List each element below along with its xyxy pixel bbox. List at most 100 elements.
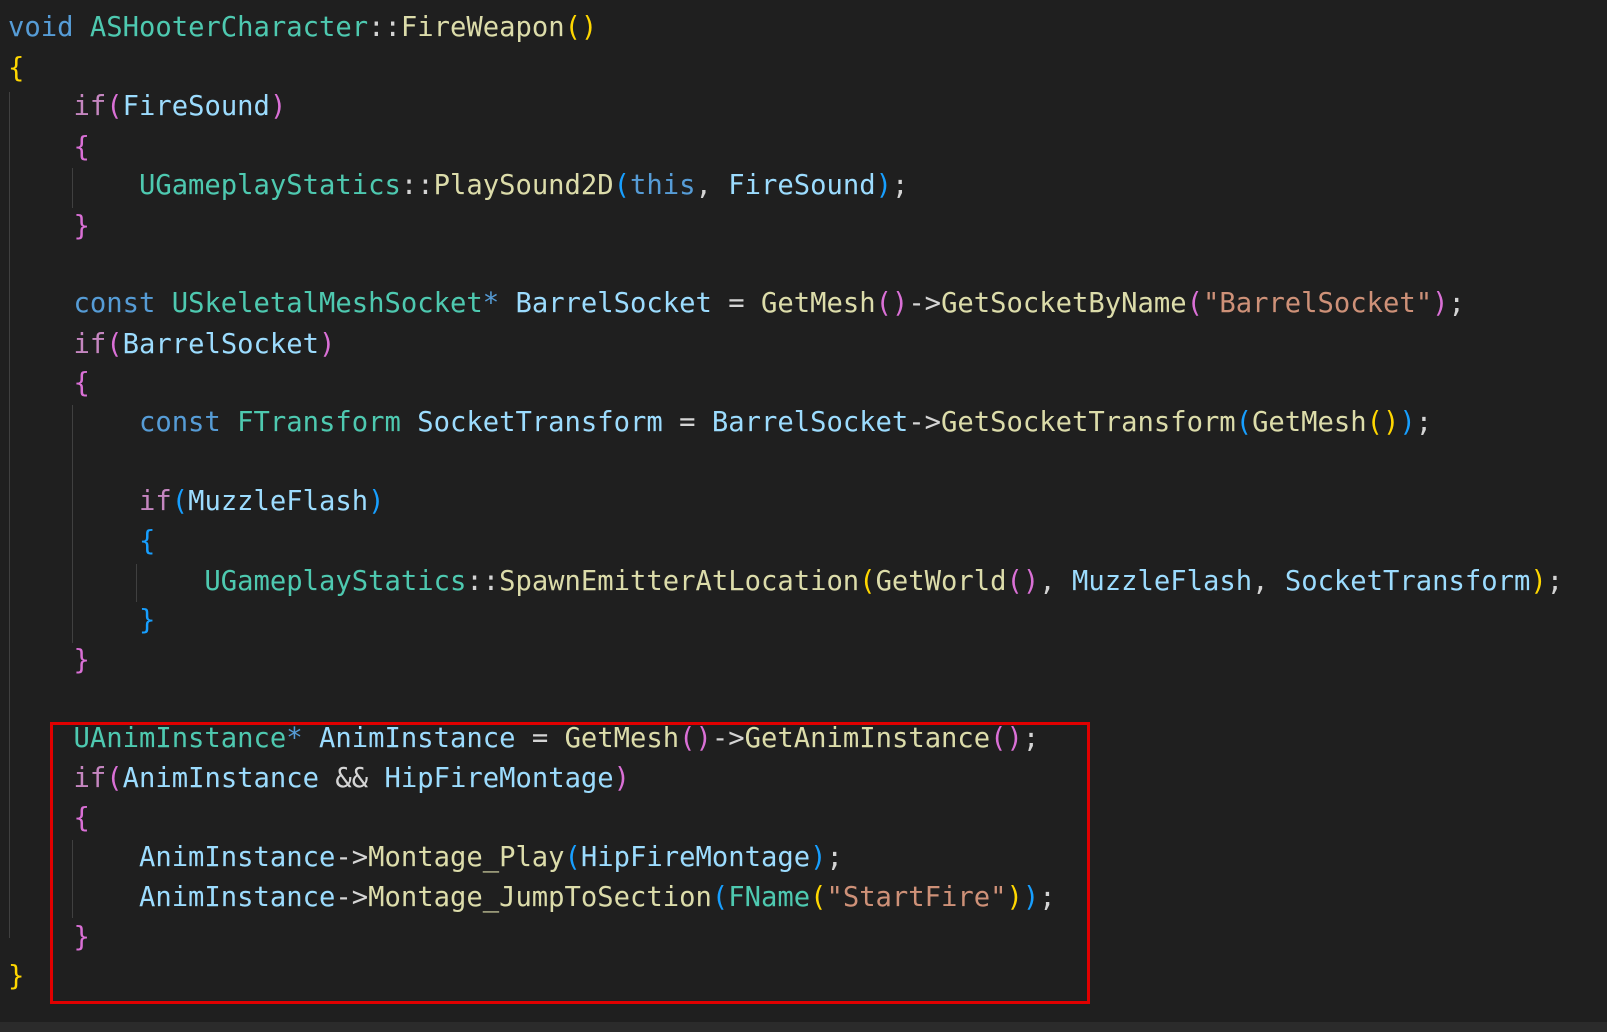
code-line[interactable]: { [8, 128, 90, 168]
code-token: { [8, 53, 25, 84]
code-token: PlaySound2D [433, 170, 614, 201]
code-token: FireSound [122, 91, 270, 122]
code-token: () [564, 12, 598, 43]
code-token: SocketTransform [417, 407, 663, 438]
code-line[interactable]: } [8, 207, 90, 247]
code-token: () [1366, 407, 1400, 438]
code-token: { [73, 132, 90, 163]
code-token: ASHooterCharacter [89, 12, 369, 43]
code-token: if [138, 486, 172, 517]
code-token: ; [1448, 288, 1465, 319]
code-token: FTransform [237, 407, 401, 438]
code-token: SpawnEmitterAtLocation [499, 566, 860, 597]
code-token: MuzzleFlash [1072, 566, 1253, 597]
code-token: GetSocketTransform [941, 407, 1236, 438]
code-line[interactable]: { [8, 364, 89, 404]
code-token: ) [1432, 288, 1449, 319]
code-token: { [138, 526, 156, 557]
code-token: BarrelSocket [515, 288, 712, 319]
code-token: -> [908, 407, 942, 438]
code-token: ( [859, 566, 876, 597]
code-line[interactable]: { [8, 522, 155, 562]
code-token: :: [466, 566, 500, 597]
code-line[interactable]: const USkeletalMeshSocket* BarrelSocket … [8, 284, 1465, 324]
code-token: ) [1530, 566, 1547, 597]
code-token: ; [891, 170, 909, 201]
code-token: ; [1415, 407, 1433, 438]
code-token: ( [106, 91, 123, 122]
code-token: SocketTransform [1284, 566, 1531, 597]
code-token: "BarrelSocket" [1202, 288, 1433, 319]
code-token: MuzzleFlash [188, 486, 369, 517]
code-token: USkeletalMeshSocket [171, 288, 483, 319]
code-token: ) [368, 486, 385, 517]
code-token: , [1252, 566, 1285, 597]
code-token: () [875, 288, 909, 319]
code-line[interactable]: } [8, 641, 90, 681]
code-token: ) [269, 91, 287, 122]
code-token: ( [106, 329, 123, 360]
code-token: void [8, 12, 74, 43]
code-token: ( [1186, 288, 1203, 319]
code-token: if [73, 329, 107, 360]
code-line[interactable]: } [8, 957, 24, 997]
code-token: , [1039, 566, 1073, 597]
code-token: this [630, 170, 696, 201]
code-line[interactable]: if(FireSound) [8, 87, 286, 127]
code-token: ) [875, 170, 892, 201]
code-token: } [138, 605, 156, 636]
bottom-scroll-strip[interactable] [0, 1022, 1607, 1032]
code-token: = [711, 288, 761, 319]
code-token: } [8, 961, 25, 992]
code-token: ; [1546, 566, 1564, 597]
code-token: ( [613, 170, 631, 201]
code-line[interactable]: UGameplayStatics::SpawnEmitterAtLocation… [8, 562, 1563, 602]
code-token: UGameplayStatics [204, 566, 467, 597]
code-line[interactable]: if(MuzzleFlash) [8, 482, 385, 522]
code-token: FireSound [728, 170, 876, 201]
code-token: BarrelSocket [711, 407, 909, 438]
code-token: = [662, 407, 712, 438]
code-token: :: [400, 170, 434, 201]
highlight-box [50, 722, 1090, 1004]
code-line[interactable]: { [8, 49, 24, 89]
code-token: UGameplayStatics [138, 170, 401, 201]
code-token: * [482, 288, 516, 319]
code-token: , [695, 170, 729, 201]
code-token: } [73, 211, 90, 242]
code-token: FireWeapon [400, 12, 565, 43]
code-token: GetWorld [875, 566, 1007, 597]
code-line[interactable]: void ASHooterCharacter::FireWeapon() [8, 8, 597, 48]
code-token: () [1006, 566, 1040, 597]
code-line[interactable]: } [8, 601, 155, 641]
code-editor[interactable]: void ASHooterCharacter::FireWeapon(){ if… [0, 0, 1607, 1032]
code-line[interactable]: const FTransform SocketTransform = Barre… [8, 403, 1432, 443]
code-token: ( [1235, 407, 1253, 438]
code-token: ( [171, 486, 189, 517]
code-token: GetMesh [1252, 407, 1367, 438]
code-token: BarrelSocket [122, 329, 320, 360]
code-token: if [73, 91, 107, 122]
code-token: const [138, 407, 221, 438]
code-token: const [73, 288, 156, 319]
code-token: GetSocketByName [941, 288, 1187, 319]
code-token: -> [908, 288, 942, 319]
code-line[interactable]: if(BarrelSocket) [8, 325, 335, 365]
code-token: } [73, 645, 90, 676]
code-line[interactable]: UGameplayStatics::PlaySound2D(this, Fire… [8, 166, 908, 206]
code-token: :: [368, 12, 401, 43]
